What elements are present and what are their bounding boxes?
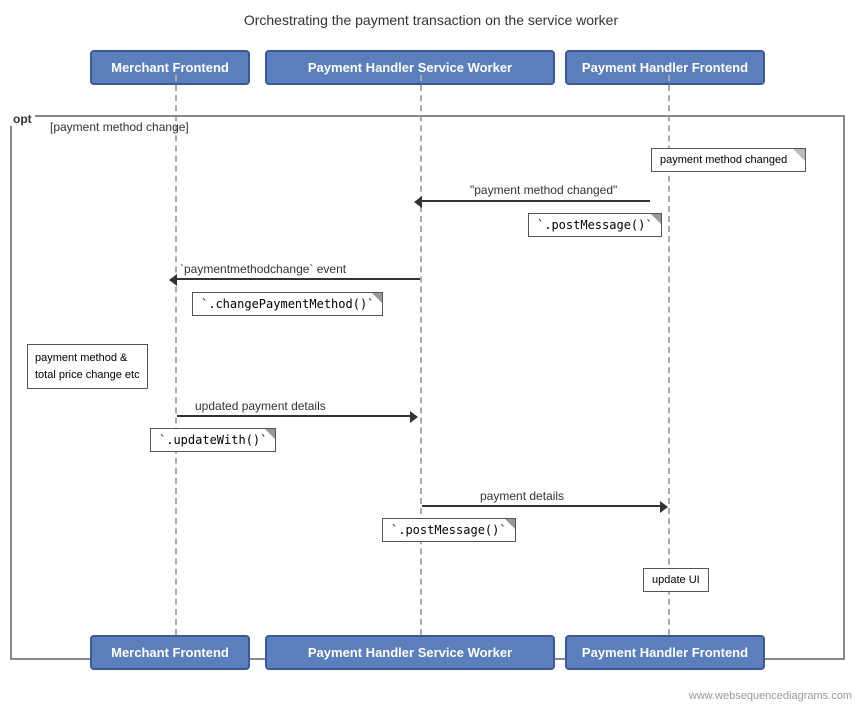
actor-merchant-top: Merchant Frontend: [90, 50, 250, 85]
arrow-updated-payment-details: [177, 415, 410, 417]
note-payment-method-changed: payment method changed: [651, 148, 806, 172]
arrow-payment-details: [422, 505, 660, 507]
label-paymentmethodchange: `paymentmethodchange` event: [180, 262, 346, 276]
actor-merchant-bottom: Merchant Frontend: [90, 635, 250, 670]
actor-service-worker-bottom: Payment Handler Service Worker: [265, 635, 555, 670]
note-update-ui: update UI: [643, 568, 709, 592]
side-note-payment-method: payment method &total price change etc: [27, 344, 148, 389]
opt-condition: [payment method change]: [50, 120, 189, 134]
diagram-container: Orchestrating the payment transaction on…: [0, 0, 862, 710]
method-postmessage-1: `.postMessage()`: [528, 213, 662, 237]
method-postmessage-2: `.postMessage()`: [382, 518, 516, 542]
actor-frontend-top: Payment Handler Frontend: [565, 50, 765, 85]
actor-frontend-bottom: Payment Handler Frontend: [565, 635, 765, 670]
method-changepaymentmethod: `.changePaymentMethod()`: [192, 292, 383, 316]
label-payment-method-changed: "payment method changed": [470, 183, 617, 197]
opt-label: opt: [10, 112, 35, 126]
label-payment-details: payment details: [480, 489, 564, 503]
arrow-payment-method-changed: [422, 200, 650, 202]
watermark: www.websequencediagrams.com: [689, 690, 852, 702]
diagram-title: Orchestrating the payment transaction on…: [0, 0, 862, 28]
method-updatewith: `.updateWith()`: [150, 428, 276, 452]
label-updated-payment-details: updated payment details: [195, 399, 326, 413]
arrow-paymentmethodchange: [177, 278, 420, 280]
actor-service-worker-top: Payment Handler Service Worker: [265, 50, 555, 85]
